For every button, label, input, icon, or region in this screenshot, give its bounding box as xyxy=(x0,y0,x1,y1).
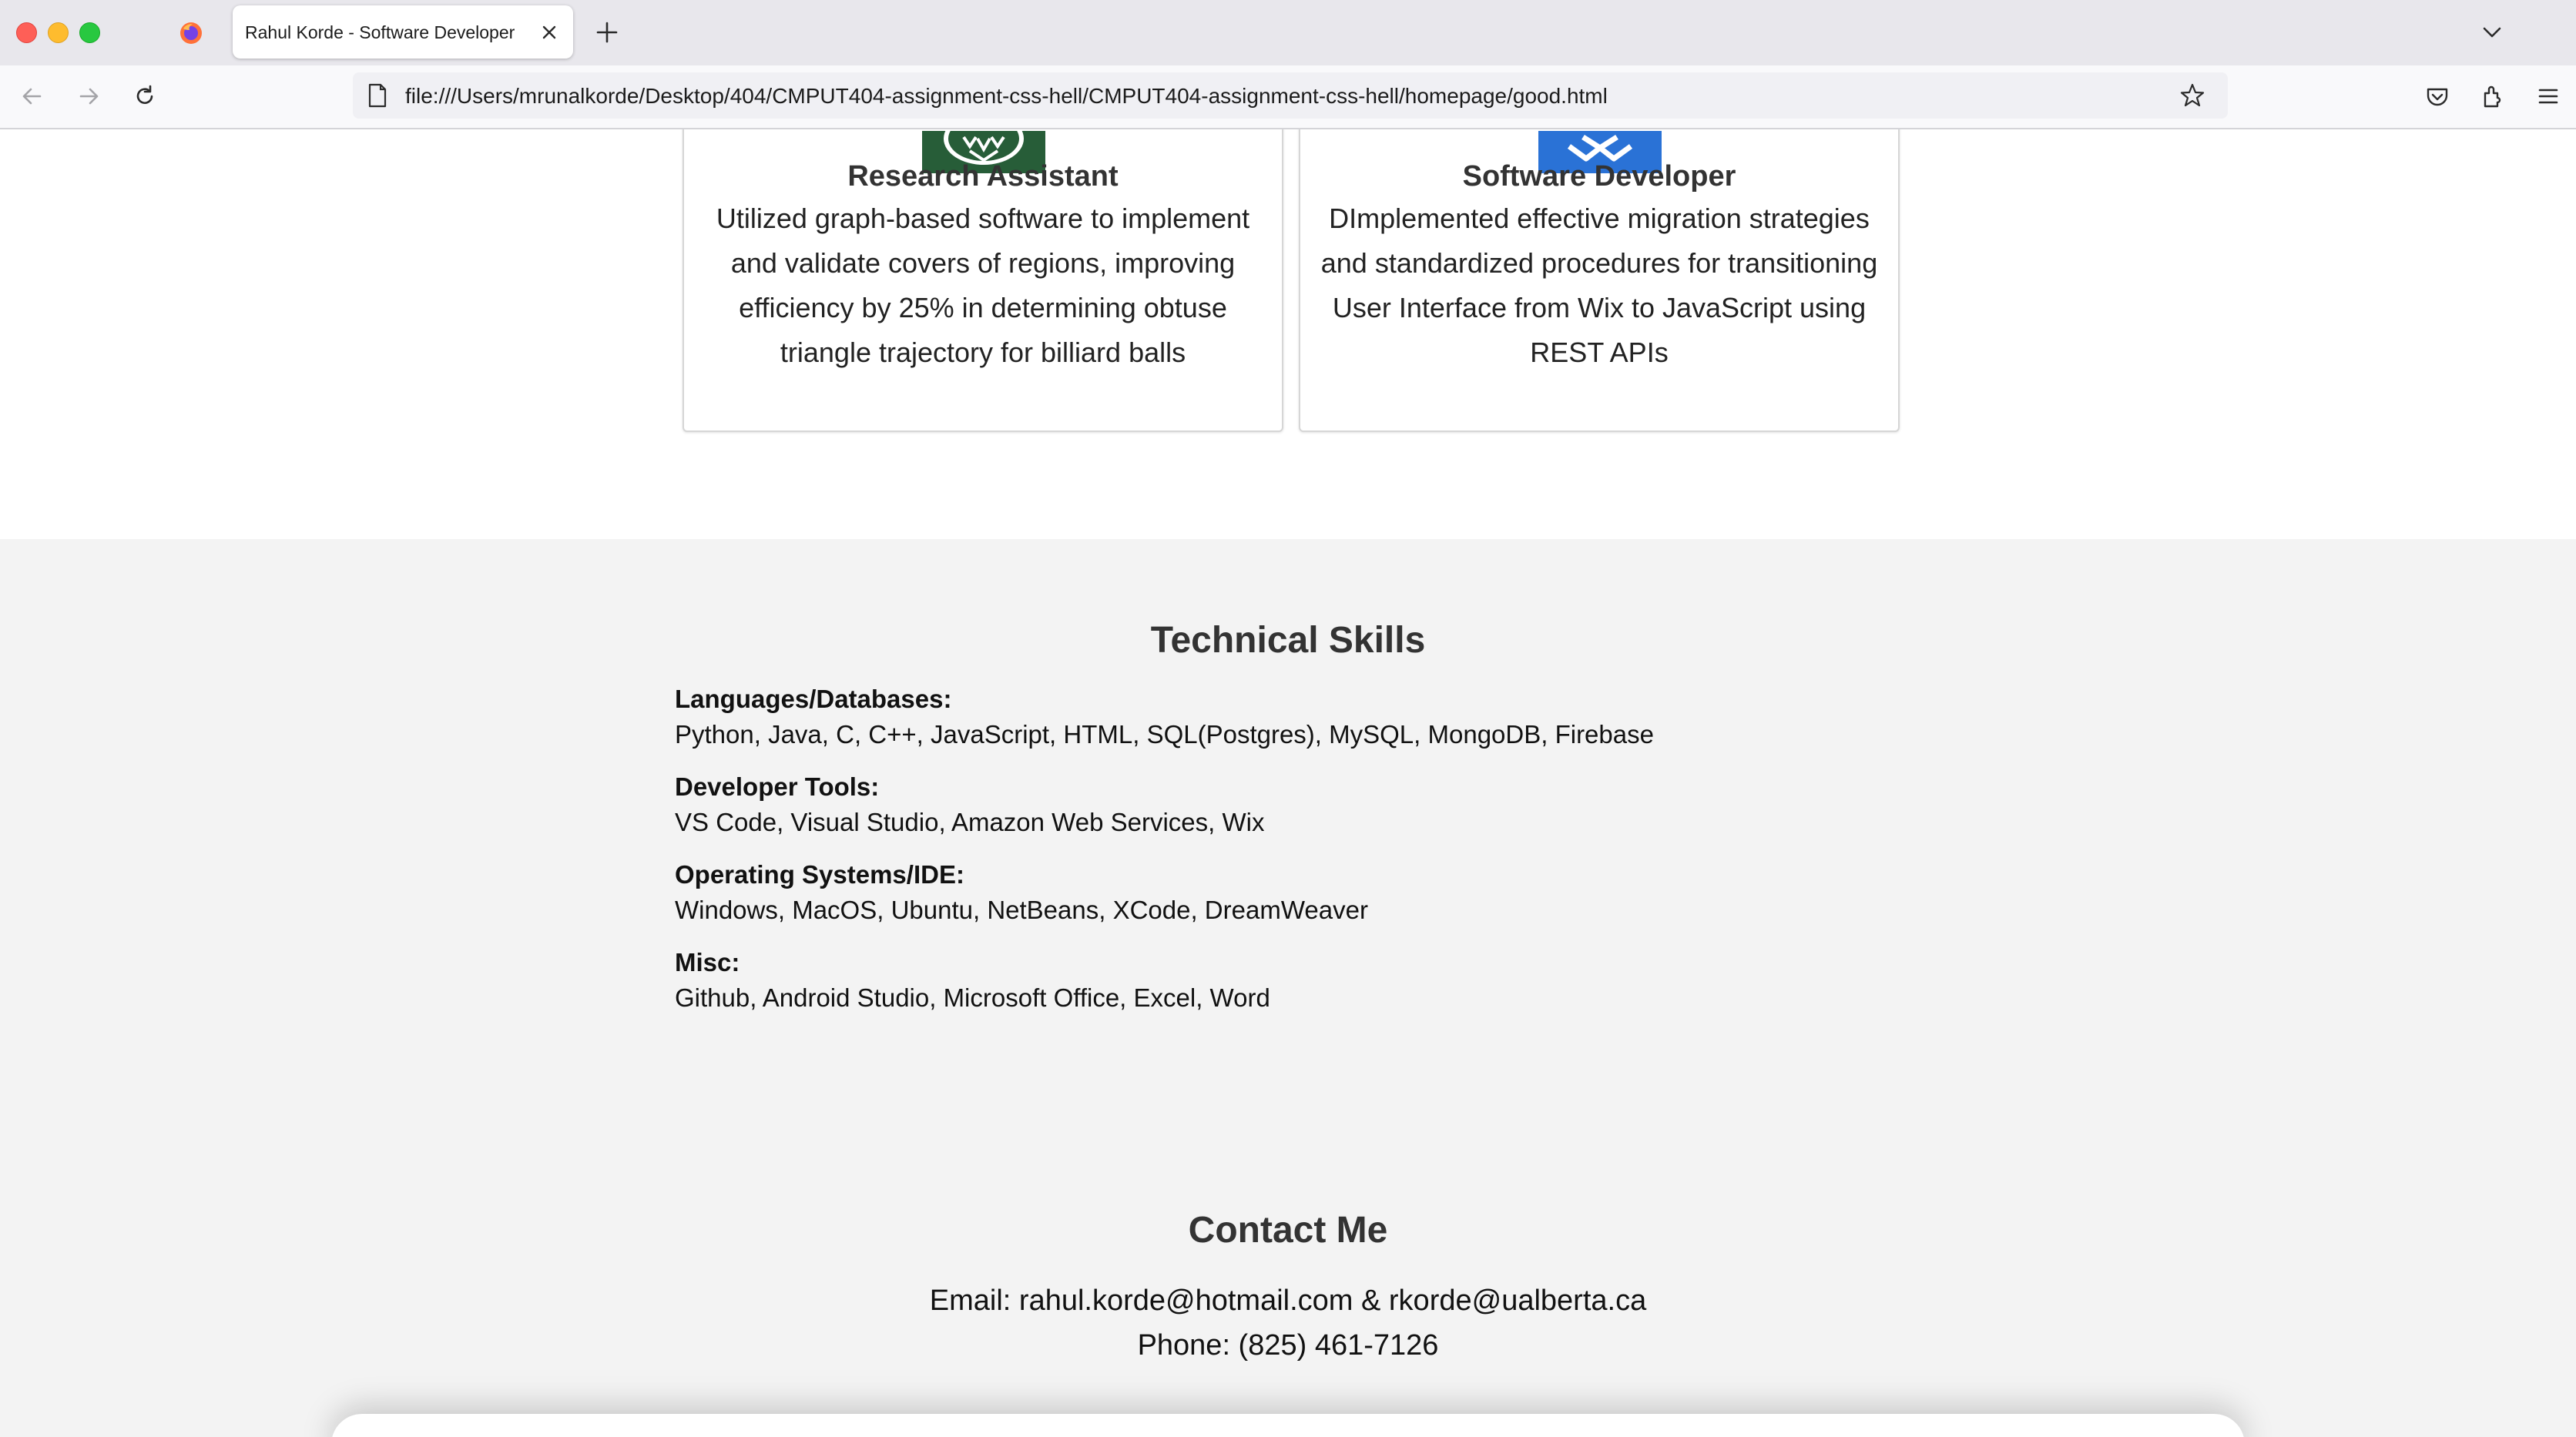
experience-title: Software Developer xyxy=(1462,160,1736,193)
skill-category: Misc: xyxy=(675,948,740,976)
star-icon[interactable] xyxy=(2179,82,2206,109)
contact-heading: Contact Me xyxy=(1188,1210,1388,1251)
skill-values: Windows, MacOS, Ubuntu, NetBeans, XCode,… xyxy=(675,896,1368,924)
footer-edge xyxy=(331,1414,2245,1437)
skill-item: Languages/Databases: Python, Java, C, C+… xyxy=(675,682,1830,769)
skills-section: Technical Skills Languages/Databases: Py… xyxy=(0,539,2576,1437)
page-icon xyxy=(368,83,387,108)
experience-description: DImplemented effective migration strateg… xyxy=(1320,203,1878,368)
close-window-button[interactable] xyxy=(16,22,37,43)
skill-category: Languages/Databases: xyxy=(675,685,952,713)
browser-tab-bar: Rahul Korde - Software Developer xyxy=(0,0,2576,65)
chevron-down-icon[interactable] xyxy=(2479,19,2505,45)
skills-heading: Technical Skills xyxy=(1150,620,1426,661)
reload-icon[interactable] xyxy=(131,82,159,110)
minimize-window-button[interactable] xyxy=(48,22,69,43)
new-tab-icon[interactable] xyxy=(594,19,620,45)
skill-category: Developer Tools: xyxy=(675,772,880,801)
forward-arrow-icon[interactable] xyxy=(75,82,102,110)
experience-description: Utilized graph-based software to impleme… xyxy=(716,203,1250,368)
experience-card-software-developer: Software Developer DImplemented effectiv… xyxy=(1299,129,1900,432)
active-tab[interactable]: Rahul Korde - Software Developer xyxy=(233,5,573,59)
skill-item: Developer Tools: VS Code, Visual Studio,… xyxy=(675,769,1830,857)
firefox-icon[interactable] xyxy=(179,21,203,45)
url-bar[interactable]: file:///Users/mrunalkorde/Desktop/404/CM… xyxy=(353,72,2228,119)
skill-category: Operating Systems/IDE: xyxy=(675,860,964,889)
pocket-icon[interactable] xyxy=(2423,82,2451,110)
back-arrow-icon[interactable] xyxy=(18,82,46,110)
experience-title: Research Assistant xyxy=(847,160,1119,193)
page-content: Research Assistant Utilized graph-based … xyxy=(0,129,2576,1437)
skill-item: Operating Systems/IDE: Windows, MacOS, U… xyxy=(675,857,1830,945)
tab-title: Rahul Korde - Software Developer xyxy=(245,22,515,42)
experience-card-research-assistant: Research Assistant Utilized graph-based … xyxy=(683,129,1283,432)
url-text: file:///Users/mrunalkorde/Desktop/404/CM… xyxy=(405,84,1608,108)
skill-values: Github, Android Studio, Microsoft Office… xyxy=(675,983,1270,1012)
contact-email: Email: rahul.korde@hotmail.com & rkorde@… xyxy=(929,1285,1647,1317)
skill-values: Python, Java, C, C++, JavaScript, HTML, … xyxy=(675,720,1654,749)
skill-values: VS Code, Visual Studio, Amazon Web Servi… xyxy=(675,808,1265,836)
skills-list: Languages/Databases: Python, Java, C, C+… xyxy=(675,682,1830,1033)
menu-icon[interactable] xyxy=(2534,82,2562,110)
maximize-window-button[interactable] xyxy=(79,22,100,43)
extensions-icon[interactable] xyxy=(2479,82,2507,110)
browser-nav-bar: file:///Users/mrunalkorde/Desktop/404/CM… xyxy=(0,65,2576,129)
contact-phone: Phone: (825) 461-7126 xyxy=(1137,1329,1439,1362)
close-tab-icon[interactable] xyxy=(538,21,561,44)
skill-item: Misc: Github, Android Studio, Microsoft … xyxy=(675,945,1830,1033)
